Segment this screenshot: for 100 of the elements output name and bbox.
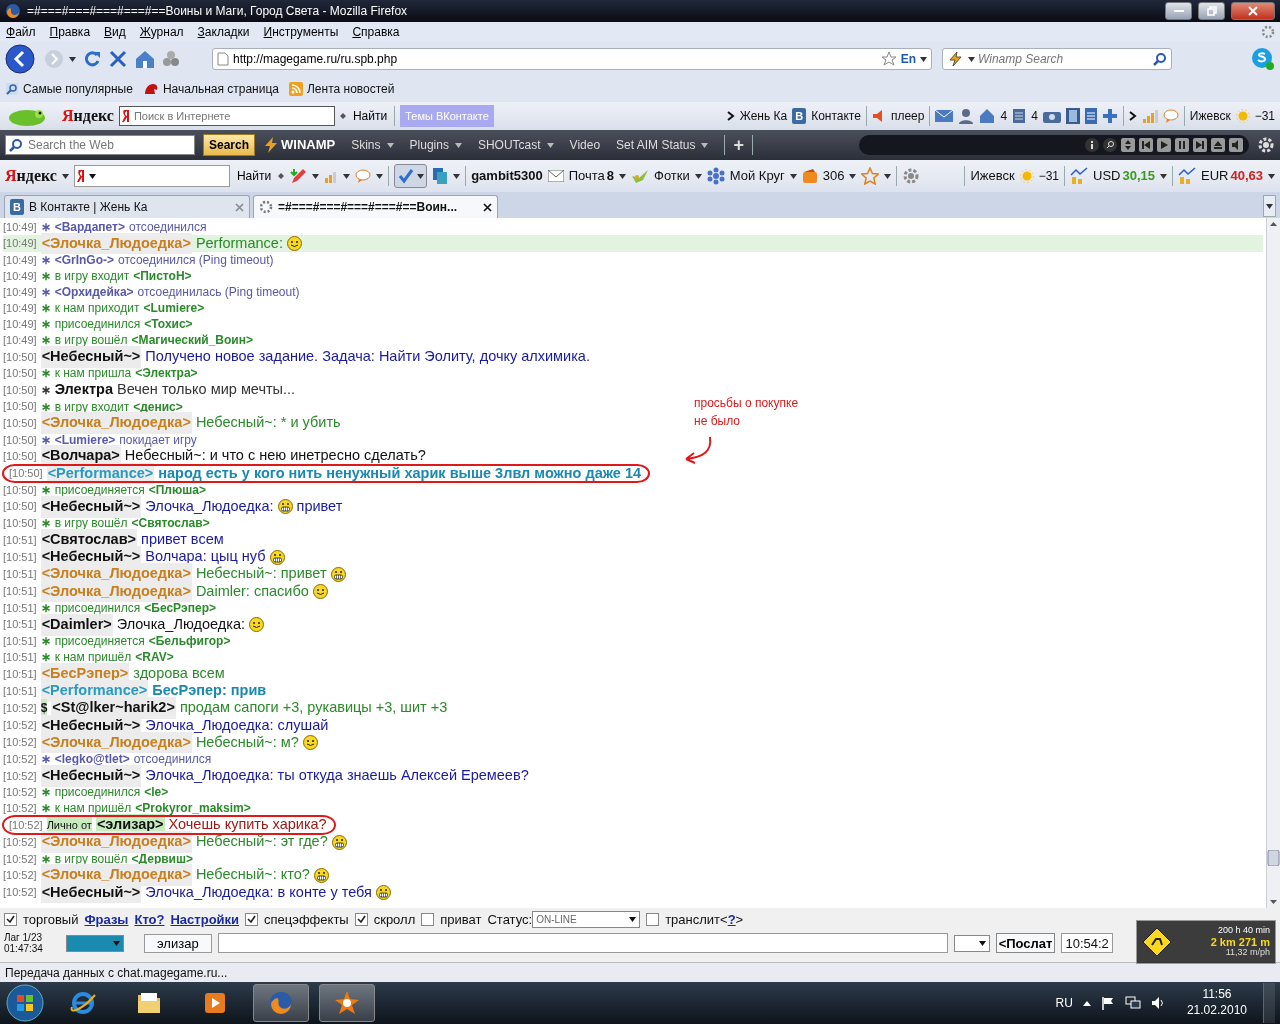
wallet-icon[interactable]	[801, 168, 818, 184]
caret-icon[interactable]	[978, 940, 986, 946]
menu-item[interactable]: Файл	[6, 23, 36, 41]
maximize-button[interactable]	[1198, 2, 1225, 20]
caret-icon[interactable]	[454, 142, 462, 148]
close-button[interactable]	[1231, 2, 1275, 20]
checkbox[interactable]	[245, 913, 259, 927]
caret-icon[interactable]	[1268, 173, 1275, 179]
envelope-icon[interactable]	[547, 170, 564, 182]
menu-item[interactable]: Skins	[351, 136, 394, 154]
camera-icon[interactable]	[1042, 109, 1061, 123]
spell-check-button[interactable]	[394, 164, 428, 188]
network-icon[interactable]	[1124, 996, 1141, 1010]
tab-list-button[interactable]	[1263, 195, 1276, 217]
search-bar[interactable]: Search the Web	[5, 135, 195, 155]
stop-icon[interactable]	[108, 49, 128, 69]
address-bar[interactable]: http://magegame.ru/ru.spb.php En	[212, 48, 932, 70]
bookmark-link[interactable]: Самые популярные	[23, 80, 133, 98]
search-icon[interactable]	[1153, 52, 1167, 66]
menu-item[interactable]: Справка	[352, 23, 400, 41]
eject-icon[interactable]	[1211, 138, 1225, 152]
shuffle-icon[interactable]	[1121, 138, 1135, 152]
browser-tab[interactable]: В В Контакте | Жень Ка	[4, 195, 250, 218]
search-icon[interactable]	[1103, 138, 1117, 152]
menu-link[interactable]: Фразы	[84, 910, 129, 930]
caret-icon[interactable]	[453, 173, 461, 179]
volume-icon[interactable]	[1229, 138, 1243, 152]
caret-icon[interactable]	[789, 173, 797, 179]
reload-icon[interactable]	[82, 49, 102, 69]
caret-icon[interactable]	[376, 173, 384, 179]
show-hidden-icons-icon[interactable]	[1082, 1000, 1091, 1006]
bookmark-link[interactable]: Начальная страница	[162, 80, 279, 98]
home-icon[interactable]	[134, 49, 156, 69]
checkbox[interactable]	[354, 913, 368, 927]
resize-grip-icon[interactable]	[278, 170, 285, 182]
status-select[interactable]: ON-LINE	[532, 911, 641, 929]
document-icon[interactable]	[1084, 108, 1097, 124]
close-icon[interactable]	[483, 202, 492, 212]
recipient-button[interactable]: элизар	[144, 933, 212, 953]
menu-link[interactable]: Настройки	[170, 910, 240, 930]
settings-icon[interactable]	[1257, 136, 1275, 154]
info-icon[interactable]	[1085, 138, 1099, 152]
checkbox[interactable]	[421, 913, 435, 927]
checkbox[interactable]	[646, 913, 660, 927]
scrollbar[interactable]	[1266, 218, 1280, 908]
caret-icon[interactable]	[417, 173, 425, 179]
play-icon[interactable]	[1157, 138, 1171, 152]
menu-item[interactable]: Вид	[104, 23, 126, 41]
search-button[interactable]: Search	[203, 134, 256, 156]
plus-icon[interactable]	[1101, 108, 1118, 124]
caret-icon[interactable]	[546, 142, 554, 148]
menu-item[interactable]: Plugins	[409, 136, 462, 154]
caret-icon[interactable]	[386, 142, 394, 148]
caret-icon[interactable]	[61, 173, 69, 179]
person-icon[interactable]	[958, 108, 975, 124]
flag-icon[interactable]	[1100, 996, 1115, 1010]
search-bar[interactable]: Поиск в Интернете	[118, 106, 335, 126]
menu-item[interactable]: Video	[569, 136, 601, 154]
chevron-icon[interactable]	[1128, 111, 1137, 121]
scroll-thumb-icon[interactable]	[1267, 850, 1280, 866]
caret-icon[interactable]	[701, 142, 709, 148]
caret-icon[interactable]	[88, 173, 96, 179]
caret-icon[interactable]	[849, 173, 857, 179]
taskbar-button[interactable]	[319, 984, 375, 1022]
history-select[interactable]	[953, 934, 990, 952]
bookmark-link[interactable]: Лента новостей	[307, 80, 395, 98]
menu-item[interactable]: Закладки	[197, 23, 250, 41]
caret-icon[interactable]	[694, 173, 702, 179]
color-select[interactable]	[66, 934, 124, 952]
caret-icon[interactable]	[1160, 173, 1167, 179]
message-field[interactable]	[217, 933, 948, 953]
find-button[interactable]: Найти	[234, 167, 274, 185]
bookmark-star-icon[interactable]	[880, 51, 897, 67]
rate-chart-icon[interactable]	[1070, 167, 1088, 185]
find-button[interactable]: Найти	[350, 107, 390, 125]
menu-item[interactable]: SHOUTcast	[477, 136, 554, 154]
menu-link[interactable]: Кто?	[134, 910, 165, 930]
pause-icon[interactable]	[1175, 138, 1189, 152]
search-bar[interactable]: Winamp Search	[942, 48, 1172, 70]
search-field[interactable]: Winamp Search	[978, 50, 1150, 68]
documents-icon[interactable]	[1012, 108, 1027, 124]
checkbox[interactable]	[4, 913, 17, 927]
addon-icon[interactable]	[162, 50, 180, 68]
add-button[interactable]: +	[733, 131, 744, 159]
chevron-icon[interactable]	[726, 111, 735, 121]
caret-icon[interactable]	[629, 917, 637, 923]
resize-grip-icon[interactable]	[339, 110, 346, 122]
home-icon[interactable]	[979, 108, 996, 124]
start-button-icon[interactable]	[5, 983, 45, 1023]
menu-item[interactable]: Set AIM Status	[616, 136, 709, 154]
caret-icon[interactable]	[1266, 203, 1273, 209]
next-icon[interactable]	[1193, 138, 1207, 152]
previous-icon[interactable]	[1139, 138, 1153, 152]
caret-icon[interactable]	[968, 56, 975, 62]
mail-icon[interactable]	[935, 110, 954, 122]
caret-icon[interactable]	[69, 56, 76, 62]
caret-icon[interactable]	[312, 173, 320, 179]
send-button[interactable]: <Послат	[995, 933, 1056, 953]
menu-item[interactable]: Журнал	[139, 23, 184, 41]
minimize-button[interactable]	[1165, 2, 1192, 20]
